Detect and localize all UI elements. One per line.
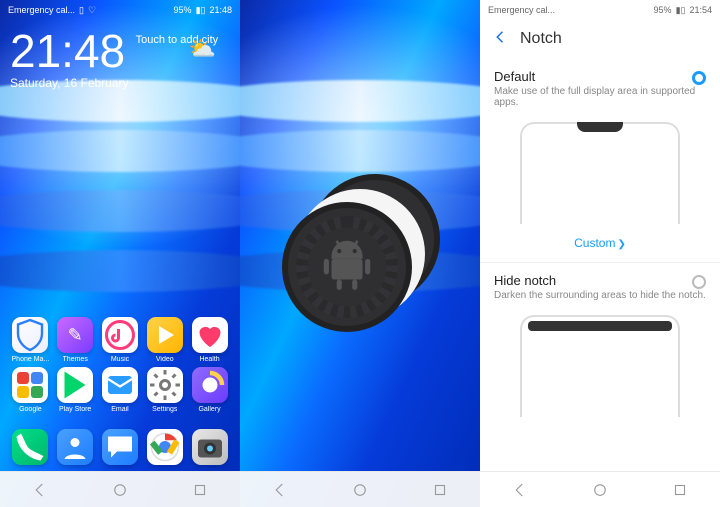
nav-recents-button[interactable]	[431, 481, 449, 499]
option-default[interactable]: Default Make use of the full display are…	[480, 59, 720, 114]
play-icon	[147, 317, 183, 353]
hidden-notch-bar	[528, 321, 672, 331]
nav-home-button[interactable]	[351, 481, 369, 499]
heart-icon: ♡	[88, 5, 96, 16]
clock-weather-widget[interactable]: 21:48 Touch to add city ⛅ Saturday, 16 F…	[10, 28, 230, 90]
gallery-icon	[192, 367, 228, 403]
app-phone-manager[interactable]: Phone Ma...	[9, 317, 51, 363]
clock-time: 21:48	[10, 28, 125, 74]
status-bar: Emergency cal... 95% ▮▯ 21:54	[480, 0, 720, 20]
app-google-folder[interactable]: Google	[9, 367, 51, 413]
app-label: Settings	[152, 406, 177, 413]
app-label: Health	[199, 356, 219, 363]
nav-recents-button[interactable]	[671, 481, 689, 499]
option-description: Make use of the full display area in sup…	[494, 86, 706, 108]
option-title: Hide notch	[494, 273, 706, 288]
battery-percent: 95%	[174, 5, 192, 15]
app-label: Music	[111, 356, 129, 363]
app-music[interactable]: Music	[99, 317, 141, 363]
chevron-right-icon: ❯	[617, 239, 625, 250]
app-settings[interactable]: Settings	[144, 367, 186, 413]
mail-icon	[102, 367, 138, 403]
app-label: Themes	[63, 356, 88, 363]
android-oreo-logo[interactable]	[280, 174, 440, 334]
nav-back-button[interactable]	[31, 481, 49, 499]
dock-dialer[interactable]	[9, 429, 51, 465]
page-title: Notch	[520, 30, 562, 48]
app-label: Play Store	[59, 406, 91, 413]
folder-icon	[12, 367, 48, 403]
app-gallery[interactable]: Gallery	[189, 367, 231, 413]
nav-back-button[interactable]	[511, 481, 529, 499]
play-store-icon	[57, 367, 93, 403]
radio-selected-icon[interactable]	[692, 71, 706, 85]
nav-back-button[interactable]	[271, 481, 289, 499]
app-label: Video	[156, 356, 174, 363]
music-icon	[102, 317, 138, 353]
app-label: Email	[111, 406, 129, 413]
notch-settings-panel: Emergency cal... 95% ▮▯ 21:54 Notch Defa…	[480, 0, 720, 507]
camera-icon	[192, 429, 228, 465]
navigation-bar	[0, 471, 240, 507]
app-label: Phone Ma...	[12, 356, 50, 363]
dock-chrome[interactable]	[144, 429, 186, 465]
custom-link[interactable]: Custom❯	[480, 228, 720, 263]
dock-contacts[interactable]	[54, 429, 96, 465]
brush-icon: ✎	[57, 317, 93, 353]
back-button[interactable]	[492, 28, 510, 49]
dock	[0, 425, 240, 469]
status-network-label: Emergency cal...	[8, 5, 75, 15]
battery-icon: ▮▯	[676, 5, 686, 16]
app-email[interactable]: Email	[99, 367, 141, 413]
radio-unselected-icon[interactable]	[692, 275, 706, 289]
status-clock: 21:48	[209, 5, 232, 15]
nav-home-button[interactable]	[111, 481, 129, 499]
weather-icon: ⛅	[189, 36, 216, 62]
heart-icon	[192, 317, 228, 353]
status-network-label: Emergency cal...	[488, 5, 555, 15]
app-grid: Phone Ma... ✎ Themes Music Video Health	[0, 311, 240, 417]
settings-header: Notch	[480, 20, 720, 59]
app-play-store[interactable]: Play Store	[54, 367, 96, 413]
option-title: Default	[494, 69, 706, 84]
home-screen-panel: Emergency cal... ▯ ♡ 95% ▮▯ 21:48 21:48 …	[0, 0, 240, 507]
status-bar: Emergency cal... ▯ ♡ 95% ▮▯ 21:48	[0, 0, 240, 20]
message-icon	[102, 429, 138, 465]
navigation-bar	[240, 471, 480, 507]
clock-date: Saturday, 16 February	[10, 76, 230, 90]
bugdroid-icon	[316, 233, 378, 300]
app-themes[interactable]: ✎ Themes	[54, 317, 96, 363]
preview-default	[520, 122, 680, 224]
notch-shape	[577, 122, 623, 132]
contacts-icon	[57, 429, 93, 465]
sim-icon: ▯	[79, 5, 84, 16]
preview-hide-notch	[520, 315, 680, 417]
dock-messaging[interactable]	[99, 429, 141, 465]
option-description: Darken the surrounding areas to hide the…	[494, 290, 706, 301]
navigation-bar	[480, 471, 720, 507]
phone-icon	[12, 429, 48, 465]
android-version-panel	[240, 0, 480, 507]
dock-camera[interactable]	[189, 429, 231, 465]
status-clock: 21:54	[689, 5, 712, 15]
app-health[interactable]: Health	[189, 317, 231, 363]
gear-icon	[147, 367, 183, 403]
shield-icon	[12, 317, 48, 353]
battery-percent: 95%	[654, 5, 672, 15]
app-label: Gallery	[198, 406, 220, 413]
app-video[interactable]: Video	[144, 317, 186, 363]
custom-link-label: Custom	[574, 236, 615, 250]
nav-recents-button[interactable]	[191, 481, 209, 499]
battery-icon: ▮▯	[196, 5, 206, 16]
option-hide-notch[interactable]: Hide notch Darken the surrounding areas …	[480, 263, 720, 307]
nav-home-button[interactable]	[591, 481, 609, 499]
chrome-icon	[147, 429, 183, 465]
app-label: Google	[19, 406, 42, 413]
